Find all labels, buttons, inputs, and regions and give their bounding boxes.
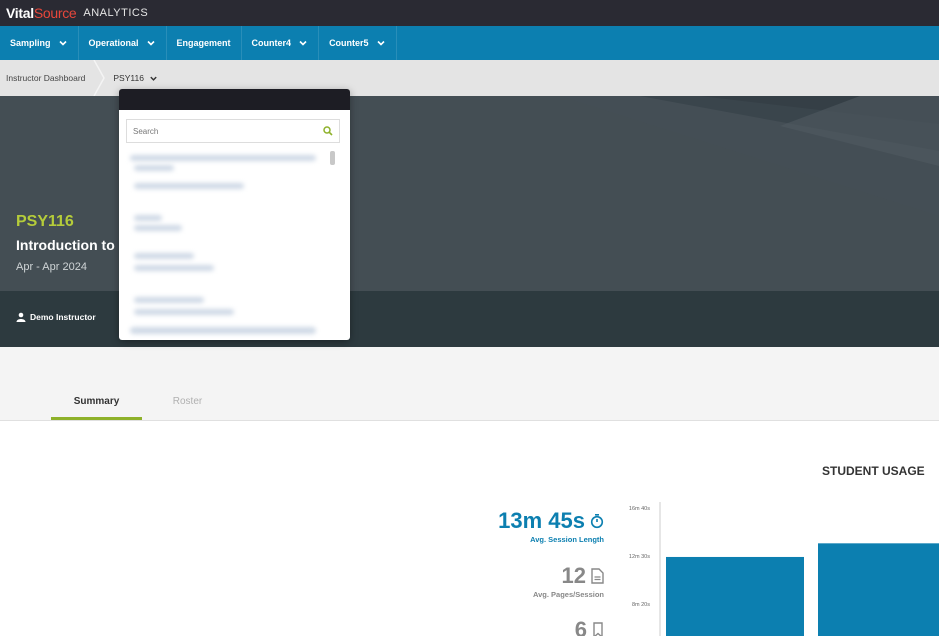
list-item[interactable] [134,297,204,303]
dropdown-scrollbar[interactable] [330,151,335,165]
list-item[interactable] [134,309,234,315]
stat-third: 6 [575,617,604,636]
usage-bar [666,556,804,636]
chevron-down-icon [58,40,67,46]
list-item[interactable] [134,215,162,221]
course-dropdown [119,89,350,340]
search-icon[interactable] [323,126,333,136]
logo-part-source: Source [33,5,77,21]
course-list[interactable] [128,149,324,336]
list-item[interactable] [130,327,316,334]
chevron-down-icon [299,40,307,46]
course-search [126,119,340,143]
nav-label: Counter5 [329,38,369,48]
course-selector[interactable]: PSY116 [113,73,158,83]
list-item[interactable] [134,183,244,189]
user-icon [16,312,26,322]
nav-label: Sampling [10,38,51,48]
stat-session-length: 13m 45s Avg. Session Length [498,508,604,544]
nav-label: Operational [88,38,139,48]
dropdown-header [119,89,350,110]
nav-label: Engagement [176,38,231,48]
nav-sampling[interactable]: Sampling [0,26,79,60]
list-item[interactable] [134,165,174,171]
y-tick-label: 8m 20s [632,602,650,608]
stat-label: Avg. Pages/Session [532,590,604,599]
student-usage-title: STUDENT USAGE [822,464,925,478]
y-tick-label: 12m 30s [629,554,650,560]
usage-bar [818,543,939,636]
tab-roster[interactable]: Roster [160,396,215,407]
chevron-down-icon [377,40,385,46]
breadcrumb-separator [93,60,106,96]
breadcrumb-root[interactable]: Instructor Dashboard [0,73,85,83]
stat-label: Avg. Session Length [530,535,604,544]
tab-summary[interactable]: Summary [51,396,142,407]
product-name: ANALYTICS [83,7,149,19]
usage-bar-chart: 16m 40s 12m 30s 8m 20s [629,502,939,636]
main-nav: Sampling Operational Engagement Counter4… [0,26,939,60]
stat-value: 12 [561,563,586,588]
list-item[interactable] [134,253,194,259]
course-selector-label: PSY116 [113,73,144,83]
instructor-info: Demo Instructor [16,312,96,322]
stat-pages-session: 12 Avg. Pages/Session [533,563,604,599]
document-icon [591,568,604,584]
list-item[interactable] [134,265,214,271]
course-code: PSY116 [16,213,74,230]
nav-counter5[interactable]: Counter5 [319,26,397,60]
stat-value: 13m 45s [498,508,585,533]
tabs-area [0,347,939,421]
logo-part-vital: Vital [6,5,34,21]
nav-engagement[interactable]: Engagement [167,26,242,60]
y-tick-label: 16m 40s [629,506,650,512]
instructor-name: Demo Instructor [30,312,96,322]
nav-operational[interactable]: Operational [79,26,167,60]
chevron-down-icon [146,40,155,46]
list-item[interactable] [134,225,182,231]
chevron-down-icon [150,76,157,81]
brand-bar: VitalSource ANALYTICS [0,0,939,26]
nav-label: Counter4 [251,38,292,48]
bookmark-icon [593,622,603,636]
active-tab-indicator [51,417,142,420]
vitalsource-logo[interactable]: VitalSource [6,5,77,21]
course-title: Introduction to [16,237,115,253]
list-item[interactable] [130,155,316,161]
stat-value: 6 [574,617,587,636]
timer-icon [590,514,604,529]
course-search-input[interactable] [133,126,303,136]
course-dates: Apr - Apr 2024 [16,261,87,273]
nav-counter4[interactable]: Counter4 [242,26,320,60]
